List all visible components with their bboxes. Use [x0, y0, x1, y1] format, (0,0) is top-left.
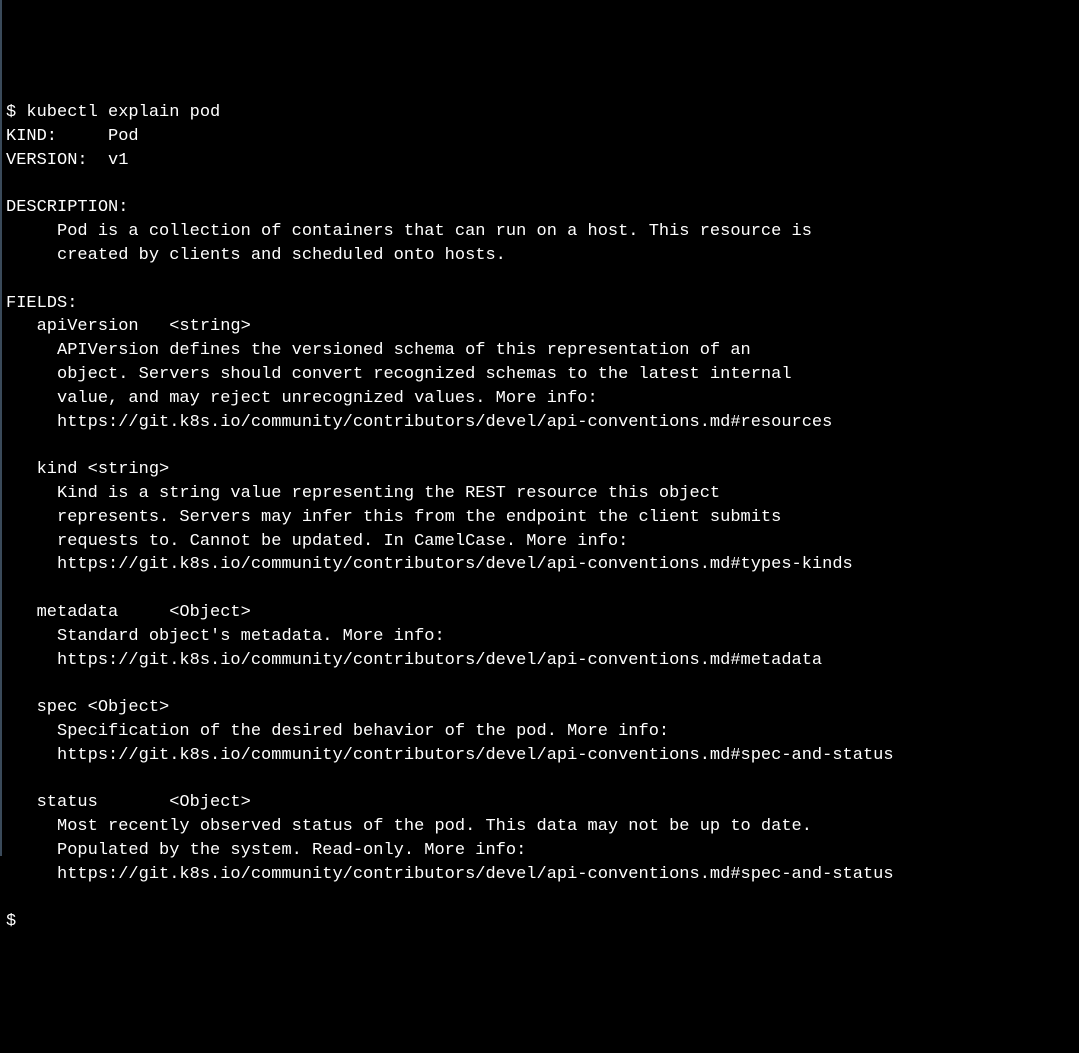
field-apiversion-desc: object. Servers should convert recognize…	[6, 365, 792, 384]
field-status-name: status <Object>	[6, 793, 251, 812]
field-spec-link: https://git.k8s.io/community/contributor…	[6, 746, 894, 765]
field-spec-desc: Specification of the desired behavior of…	[6, 722, 669, 741]
field-metadata-link: https://git.k8s.io/community/contributor…	[6, 651, 822, 670]
fields-header: FIELDS:	[6, 294, 77, 313]
prompt-symbol[interactable]: $	[6, 912, 16, 931]
terminal-output[interactable]: $ kubectl explain pod KIND: Pod VERSION:…	[6, 101, 1075, 934]
field-status-desc: Populated by the system. Read-only. More…	[6, 841, 526, 860]
description-header: DESCRIPTION:	[6, 198, 128, 217]
field-metadata-desc: Standard object's metadata. More info:	[6, 627, 445, 646]
field-kind-desc: represents. Servers may infer this from …	[6, 508, 781, 527]
field-apiversion-link: https://git.k8s.io/community/contributor…	[6, 413, 832, 432]
field-apiversion-name: apiVersion <string>	[6, 317, 251, 336]
version-line: VERSION: v1	[6, 151, 128, 170]
description-line: created by clients and scheduled onto ho…	[6, 246, 506, 265]
prompt-symbol: $	[6, 103, 26, 122]
field-apiversion-desc: APIVersion defines the versioned schema …	[6, 341, 751, 360]
field-kind-name: kind <string>	[6, 460, 169, 479]
field-kind-link: https://git.k8s.io/community/contributor…	[6, 555, 853, 574]
description-line: Pod is a collection of containers that c…	[6, 222, 812, 241]
field-status-link: https://git.k8s.io/community/contributor…	[6, 865, 894, 884]
field-kind-desc: requests to. Cannot be updated. In Camel…	[6, 532, 628, 551]
field-metadata-name: metadata <Object>	[6, 603, 251, 622]
field-apiversion-desc: value, and may reject unrecognized value…	[6, 389, 598, 408]
kind-line: KIND: Pod	[6, 127, 139, 146]
field-spec-name: spec <Object>	[6, 698, 169, 717]
command-text: kubectl explain pod	[26, 103, 220, 122]
field-kind-desc: Kind is a string value representing the …	[6, 484, 720, 503]
field-status-desc: Most recently observed status of the pod…	[6, 817, 812, 836]
